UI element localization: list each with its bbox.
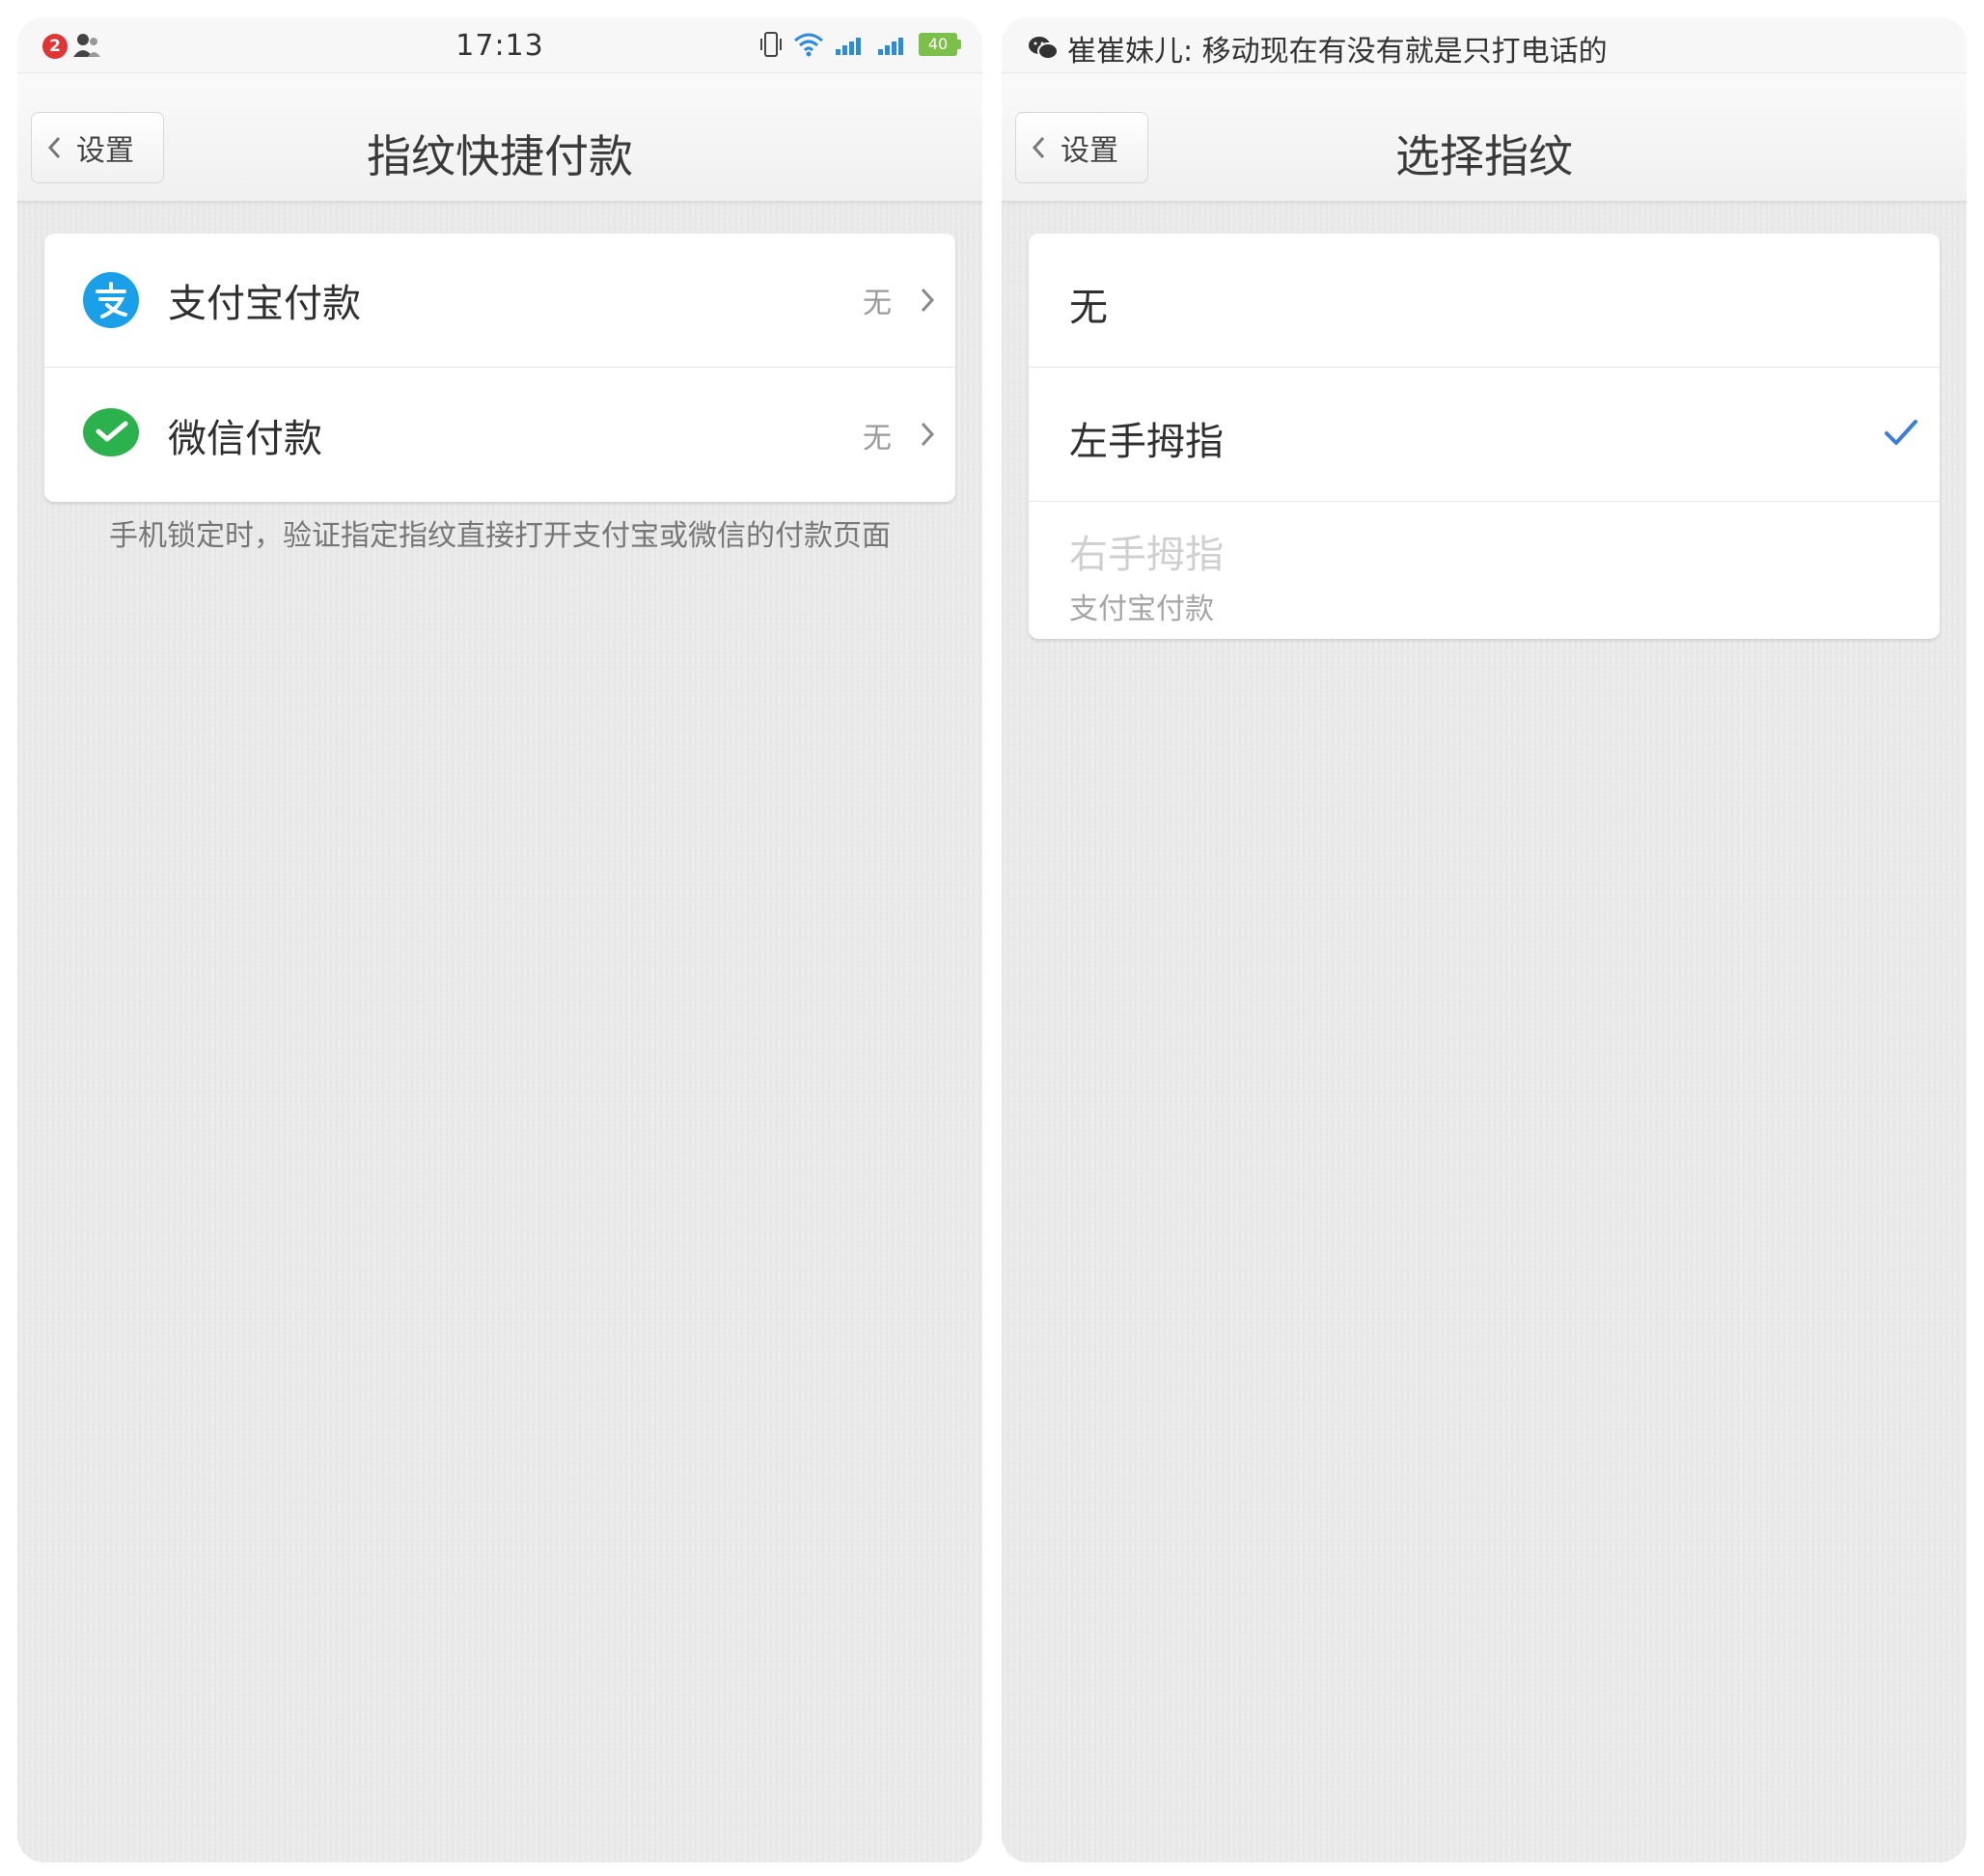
chevron-right-icon bbox=[921, 288, 934, 313]
option-sublabel: 支付宝付款 bbox=[1069, 593, 1214, 626]
vibrate-icon bbox=[760, 32, 782, 57]
option-left-thumb[interactable]: 左手拇指 bbox=[1029, 368, 1940, 502]
option-label: 左手拇指 bbox=[1069, 420, 1224, 464]
payment-options-list: 支付宝付款 无 微信付款 无 bbox=[44, 234, 955, 502]
signal-icon-sim2 bbox=[878, 38, 903, 55]
alipay-icon bbox=[83, 272, 139, 328]
wifi-icon bbox=[794, 33, 823, 57]
notification-text: 崔崔妹儿: 移动现在有没有就是只打电话的 bbox=[1067, 35, 1608, 69]
list-item-label: 支付宝付款 bbox=[168, 282, 361, 326]
screenshot-canvas: 2 17:13 40 设置 指纹快捷付款 支付宝付款 无 微信付款 无 手机锁定… bbox=[0, 0, 1984, 1876]
option-none[interactable]: 无 bbox=[1029, 234, 1940, 368]
navigation-bar: 设置 指纹快捷付款 bbox=[17, 73, 982, 203]
list-item-value: 无 bbox=[863, 421, 892, 455]
list-item-wechat-pay[interactable]: 微信付款 无 bbox=[44, 368, 955, 502]
option-right-thumb: 右手拇指 支付宝付款 bbox=[1029, 502, 1940, 639]
wechat-icon bbox=[1029, 37, 1058, 60]
phone-screen-select-fingerprint: 崔崔妹儿: 移动现在有没有就是只打电话的 设置 选择指纹 无 左手拇指 右手拇指… bbox=[1002, 17, 1967, 1862]
phone-screen-fingerprint-payment: 2 17:13 40 设置 指纹快捷付款 支付宝付款 无 微信付款 无 手机锁定… bbox=[17, 17, 982, 1862]
checkmark-icon bbox=[1885, 420, 1917, 445]
fingerprint-options-list: 无 左手拇指 右手拇指 支付宝付款 bbox=[1029, 234, 1940, 639]
notification-bar[interactable]: 崔崔妹儿: 移动现在有没有就是只打电话的 bbox=[1002, 17, 1967, 73]
footnote-text: 手机锁定时，验证指定指纹直接打开支付宝或微信的付款页面 bbox=[109, 519, 891, 553]
wechat-pay-icon bbox=[83, 408, 139, 456]
navigation-bar: 设置 选择指纹 bbox=[1002, 73, 1967, 203]
chevron-right-icon bbox=[921, 422, 934, 447]
notification-row: 崔崔妹儿: 移动现在有没有就是只打电话的 bbox=[1029, 27, 1608, 69]
battery-indicator: 40 bbox=[919, 33, 961, 56]
option-label: 右手拇指 bbox=[1069, 533, 1224, 577]
list-item-label: 微信付款 bbox=[168, 416, 322, 461]
list-item-alipay[interactable]: 支付宝付款 无 bbox=[44, 234, 955, 368]
option-label: 无 bbox=[1069, 286, 1108, 330]
status-icons: 40 bbox=[758, 31, 961, 58]
page-title: 指纹快捷付款 bbox=[367, 130, 633, 182]
list-item-value: 无 bbox=[863, 287, 892, 320]
signal-icon-sim1 bbox=[836, 38, 861, 55]
status-bar: 2 17:13 40 bbox=[17, 17, 982, 73]
page-title: 选择指纹 bbox=[1395, 130, 1573, 182]
